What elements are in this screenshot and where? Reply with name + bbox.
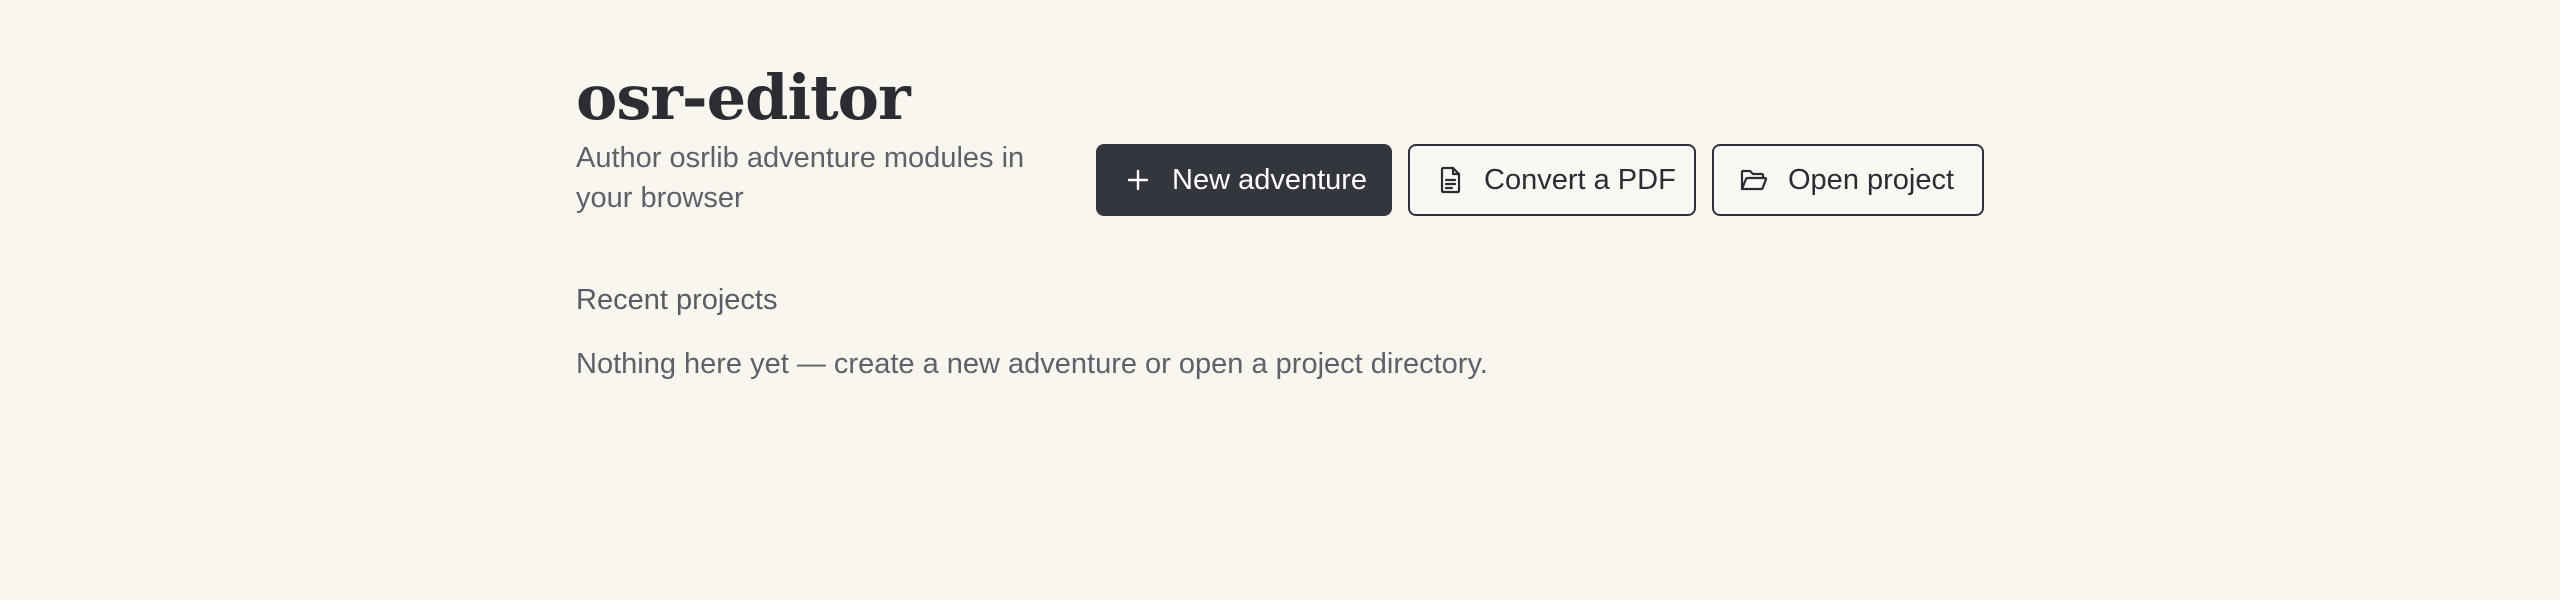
document-icon bbox=[1434, 164, 1466, 196]
open-project-label: Open project bbox=[1788, 163, 1955, 196]
header-actions: New adventure Convert a PDF Open project bbox=[1096, 144, 1984, 216]
convert-pdf-label: Convert a PDF bbox=[1484, 163, 1676, 196]
new-adventure-label: New adventure bbox=[1172, 163, 1368, 196]
folder-open-icon bbox=[1738, 164, 1770, 196]
page-subtitle: Author osrlib adventure modules in your … bbox=[576, 142, 1025, 214]
open-project-button[interactable]: Open project bbox=[1712, 144, 1984, 216]
convert-pdf-button[interactable]: Convert a PDF bbox=[1408, 144, 1696, 216]
recent-projects-heading: Recent projects bbox=[576, 284, 778, 316]
new-adventure-button[interactable]: New adventure bbox=[1096, 144, 1392, 216]
page-title: osr-editor bbox=[576, 61, 911, 134]
start-page: osr-editor Author osrlib adventure modul… bbox=[0, 0, 2560, 600]
recent-projects-empty-message: Nothing here yet — create a new adventur… bbox=[576, 348, 1488, 380]
plus-icon bbox=[1122, 164, 1154, 196]
page-header: osr-editor Author osrlib adventure modul… bbox=[576, 62, 1986, 222]
